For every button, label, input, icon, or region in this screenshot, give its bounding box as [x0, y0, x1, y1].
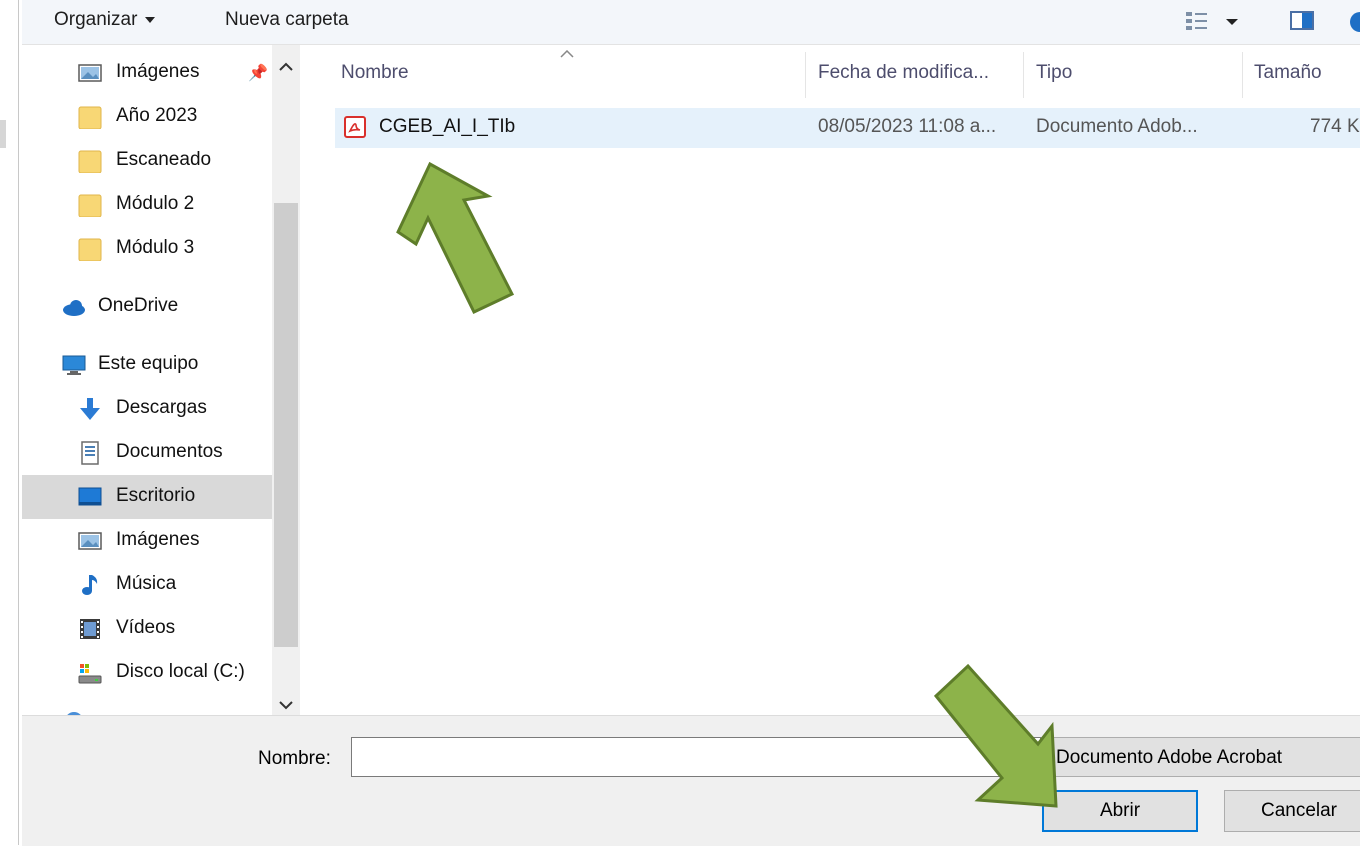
open-button[interactable]: Abrir	[1042, 790, 1198, 832]
nav-item-this-pc[interactable]: Este equipo	[22, 343, 272, 387]
column-divider[interactable]	[1023, 52, 1024, 98]
videos-icon	[80, 619, 100, 639]
window-border	[18, 0, 19, 845]
nav-item-videos[interactable]: Vídeos	[22, 607, 272, 651]
nav-item-label: Disco local (C:)	[116, 661, 245, 682]
command-bar	[22, 0, 1360, 45]
filetype-value: Documento Adobe Acrobat	[1056, 747, 1283, 768]
column-header-size[interactable]: Tamaño	[1254, 62, 1322, 84]
nav-item-label: Módulo 3	[116, 237, 195, 258]
drive-icon	[78, 664, 102, 684]
nav-scrollbar-thumb[interactable]	[274, 203, 298, 647]
details-view-icon	[1186, 12, 1238, 30]
nav-item-label: Escaneado	[116, 149, 212, 170]
nav-item-label: OneDrive	[98, 295, 179, 316]
organize-label: Organizar	[54, 9, 138, 30]
pdf-icon	[344, 116, 366, 138]
filename-input[interactable]	[351, 737, 1041, 777]
nav-item-ano-2023[interactable]: Año 2023	[22, 95, 272, 139]
nav-item-onedrive[interactable]: OneDrive	[22, 285, 272, 329]
documents-icon	[81, 441, 99, 465]
music-icon	[82, 575, 98, 595]
pin-icon: 📌	[248, 65, 268, 82]
column-header-type[interactable]: Tipo	[1036, 62, 1072, 84]
column-header-date[interactable]: Fecha de modifica...	[818, 62, 989, 84]
nav-item-label: Música	[116, 573, 177, 594]
nav-item-network[interactable]	[22, 695, 272, 715]
nav-item-label: Documentos	[116, 441, 223, 462]
nav-item-label: Imágenes	[116, 61, 200, 82]
view-options-button[interactable]	[1186, 10, 1242, 34]
filename-label: Nombre:	[258, 748, 331, 769]
preview-pane-button[interactable]	[1290, 10, 1316, 32]
download-icon	[80, 398, 100, 420]
background-window-fragment	[0, 120, 6, 148]
folder-icon	[78, 238, 102, 261]
nav-item-label: Descargas	[116, 397, 207, 418]
nav-item-label: Imágenes	[116, 529, 200, 550]
column-header-name[interactable]: Nombre	[341, 62, 409, 84]
nav-item-label: Vídeos	[116, 617, 176, 638]
file-type: Documento Adob...	[1036, 116, 1198, 137]
nav-item-pictures-quick[interactable]: Imágenes 📌	[22, 51, 272, 95]
folder-icon	[78, 194, 102, 217]
file-modified: 08/05/2023 11:08 a...	[818, 116, 997, 137]
column-divider[interactable]	[805, 52, 806, 98]
filetype-select[interactable]: Documento Adobe Acrobat	[1041, 737, 1360, 777]
chevron-down-icon	[145, 16, 156, 23]
folder-icon	[78, 150, 102, 173]
nav-item-documents[interactable]: Documentos	[22, 431, 272, 475]
nav-item-modulo-2[interactable]: Módulo 2	[22, 183, 272, 227]
navigation-pane: Imágenes 📌 Año 2023 Escaneado Módulo 2 M…	[22, 45, 272, 715]
nav-item-label: Escritorio	[116, 485, 196, 506]
cloud-icon	[63, 300, 85, 316]
nav-item-desktop[interactable]: Escritorio	[22, 475, 272, 519]
nav-item-label: Módulo 2	[116, 193, 195, 214]
organize-menu[interactable]: Organizar	[54, 9, 156, 31]
folder-icon	[78, 106, 102, 129]
new-folder-button[interactable]: Nueva carpeta	[225, 9, 349, 31]
nav-item-escaneado[interactable]: Escaneado	[22, 139, 272, 183]
nav-item-downloads[interactable]: Descargas	[22, 387, 272, 431]
nav-item-modulo-3[interactable]: Módulo 3	[22, 227, 272, 271]
cancel-button[interactable]: Cancelar	[1224, 790, 1360, 832]
file-row[interactable]: CGEB_AI_I_TIb 08/05/2023 11:08 a... Docu…	[335, 108, 1360, 148]
help-button[interactable]	[1348, 10, 1360, 34]
pictures-icon	[78, 64, 102, 82]
file-name: CGEB_AI_I_TIb	[379, 116, 516, 137]
scroll-up-button[interactable]	[272, 52, 300, 82]
sort-ascending-icon	[560, 50, 574, 58]
file-size: 774 K	[1310, 116, 1360, 137]
nav-item-local-disk[interactable]: Disco local (C:)	[22, 651, 272, 695]
pictures-icon	[78, 532, 102, 550]
help-icon	[1350, 12, 1360, 32]
nav-item-music[interactable]: Música	[22, 563, 272, 607]
nav-item-pictures[interactable]: Imágenes	[22, 519, 272, 563]
column-divider[interactable]	[1242, 52, 1243, 98]
preview-pane-icon	[1290, 11, 1314, 30]
desktop-icon	[78, 487, 102, 506]
nav-item-label: Año 2023	[116, 105, 198, 126]
nav-item-label: Este equipo	[98, 353, 199, 374]
chevron-up-icon	[279, 62, 293, 71]
computer-icon	[62, 355, 86, 375]
